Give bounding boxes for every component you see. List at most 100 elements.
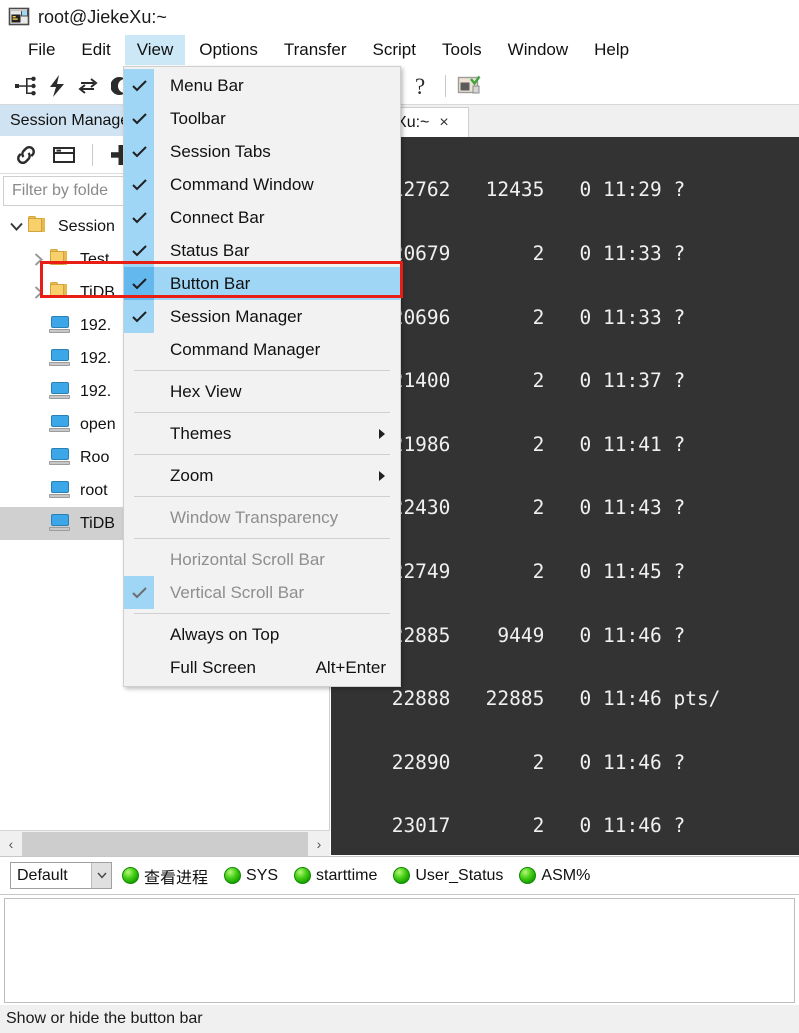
menu-item-label: Menu Bar — [170, 75, 244, 95]
chevron-down-icon[interactable] — [6, 222, 26, 231]
view-dropdown-menu: Menu Bar Toolbar Session Tabs Command Wi… — [123, 66, 401, 687]
close-icon[interactable]: × — [439, 114, 448, 132]
reconnect-icon[interactable] — [74, 71, 104, 101]
checkmark-icon — [124, 69, 154, 102]
button-bar-button-user-status[interactable]: User_Status — [393, 867, 503, 885]
folder-icon — [48, 248, 74, 271]
session-options-icon[interactable] — [454, 71, 484, 101]
status-led-icon — [224, 867, 242, 884]
button-bar-button-sys[interactable]: SYS — [224, 867, 278, 885]
button-label: ASM% — [541, 866, 591, 884]
checkmark-placeholder — [124, 417, 154, 450]
tree-label: root — [80, 481, 108, 499]
button-bar-button-view-process[interactable]: 查看进程 — [122, 864, 208, 888]
menu-item-toolbar[interactable]: Toolbar — [124, 102, 400, 135]
session-tab-strip: t@JiekeXu:~ × — [331, 105, 799, 138]
status-bar-text: Show or hide the button bar — [6, 1010, 203, 1027]
tree-label: TiDB — [80, 283, 115, 301]
checkmark-icon — [124, 168, 154, 201]
scroll-left-arrow-icon[interactable]: ‹ — [0, 832, 22, 856]
menu-window[interactable]: Window — [496, 35, 580, 64]
menu-item-full-screen[interactable]: Full Screen Alt+Enter — [124, 651, 400, 684]
menu-item-label: Session Manager — [170, 306, 303, 326]
terminal-line: 12762 12435 0 11:29 ? — [333, 178, 686, 202]
checkmark-placeholder — [124, 651, 154, 684]
tree-label: Roo — [80, 448, 110, 466]
checkmark-placeholder — [124, 543, 154, 576]
menu-script[interactable]: Script — [361, 35, 428, 64]
session-tree-hscrollbar[interactable]: ‹ › — [0, 830, 330, 856]
menu-item-hex-view[interactable]: Hex View — [124, 375, 400, 408]
button-bar-button-starttime[interactable]: starttime — [294, 867, 377, 885]
help-icon[interactable]: ? — [407, 71, 437, 101]
monitor-icon — [48, 480, 74, 502]
checkmark-icon — [124, 102, 154, 135]
menu-item-menu-bar[interactable]: Menu Bar — [124, 69, 400, 102]
filter-placeholder: Filter by folde — [12, 182, 109, 199]
menu-bar: File Edit View Options Transfer Script T… — [0, 34, 799, 67]
menu-help[interactable]: Help — [582, 35, 641, 64]
terminal-line: 22888 22885 0 11:46 pts/ — [333, 687, 721, 711]
submenu-arrow-icon — [378, 470, 386, 482]
menu-separator — [134, 454, 390, 455]
menu-file[interactable]: File — [16, 35, 67, 64]
monitor-icon — [48, 315, 74, 337]
scroll-right-arrow-icon[interactable]: › — [308, 832, 330, 856]
menu-item-label: Themes — [170, 423, 232, 443]
connect-icon[interactable] — [10, 71, 40, 101]
menu-view[interactable]: View — [124, 35, 186, 65]
quick-connect-icon[interactable] — [42, 71, 72, 101]
monitor-icon — [48, 414, 74, 436]
menu-item-always-on-top[interactable]: Always on Top — [124, 618, 400, 651]
checkmark-placeholder — [124, 501, 154, 534]
menu-separator — [134, 370, 390, 371]
status-led-icon — [294, 867, 312, 884]
menu-item-label: Button Bar — [170, 273, 251, 293]
toolbar-separator-4 — [445, 74, 446, 97]
checkmark-placeholder — [124, 618, 154, 651]
checkmark-placeholder — [124, 459, 154, 492]
chevron-down-icon[interactable] — [91, 863, 111, 888]
new-window-icon[interactable] — [48, 140, 80, 170]
terminal-output[interactable]: 12762 12435 0 11:29 ? 20679 2 0 11:33 ? … — [331, 137, 799, 855]
connect-link-icon[interactable] — [10, 140, 42, 170]
menu-item-label: Window Transparency — [170, 507, 339, 527]
menu-transfer[interactable]: Transfer — [272, 35, 359, 64]
button-bar-select[interactable]: Default — [10, 862, 112, 889]
folder-icon — [26, 215, 52, 238]
terminal-line: 20696 2 0 11:33 ? — [333, 305, 686, 329]
svg-text:?: ? — [415, 74, 425, 98]
menu-item-label: Command Window — [170, 174, 314, 194]
menu-item-command-manager[interactable]: Command Manager — [124, 333, 400, 366]
menu-item-session-manager[interactable]: Session Manager — [124, 300, 400, 333]
menu-item-label: Toolbar — [170, 108, 226, 128]
checkmark-placeholder — [124, 333, 154, 366]
scroll-thumb[interactable] — [22, 831, 308, 856]
button-bar-button-asm-percent[interactable]: ASM% — [519, 867, 590, 885]
menu-item-session-tabs[interactable]: Session Tabs — [124, 135, 400, 168]
chevron-right-icon[interactable] — [28, 286, 48, 299]
menu-options[interactable]: Options — [187, 35, 270, 64]
menu-item-command-window[interactable]: Command Window — [124, 168, 400, 201]
menu-separator — [134, 613, 390, 614]
chevron-right-icon[interactable] — [28, 253, 48, 266]
status-led-icon — [122, 867, 139, 884]
checkmark-placeholder — [124, 375, 154, 408]
menu-item-zoom[interactable]: Zoom — [124, 459, 400, 492]
checkmark-icon — [124, 234, 154, 267]
button-label: starttime — [316, 866, 378, 884]
menu-item-status-bar[interactable]: Status Bar — [124, 234, 400, 267]
menu-tools[interactable]: Tools — [430, 35, 494, 64]
menu-edit[interactable]: Edit — [69, 35, 122, 64]
menu-item-label: Status Bar — [170, 240, 250, 260]
checkmark-icon — [124, 267, 154, 300]
terminal-line: 20679 2 0 11:33 ? — [333, 242, 686, 265]
terminal-window-icon — [8, 6, 30, 28]
terminal-line: 23017 2 0 11:46 ? — [333, 814, 686, 838]
menu-item-connect-bar[interactable]: Connect Bar — [124, 201, 400, 234]
menu-item-themes[interactable]: Themes — [124, 417, 400, 450]
button-bar: Default 查看进程 SYS starttime User_Status A… — [0, 856, 799, 895]
command-window[interactable] — [4, 898, 795, 1003]
terminal-line: 21986 2 0 11:41 ? — [333, 432, 686, 456]
menu-item-button-bar[interactable]: Button Bar — [124, 267, 400, 300]
